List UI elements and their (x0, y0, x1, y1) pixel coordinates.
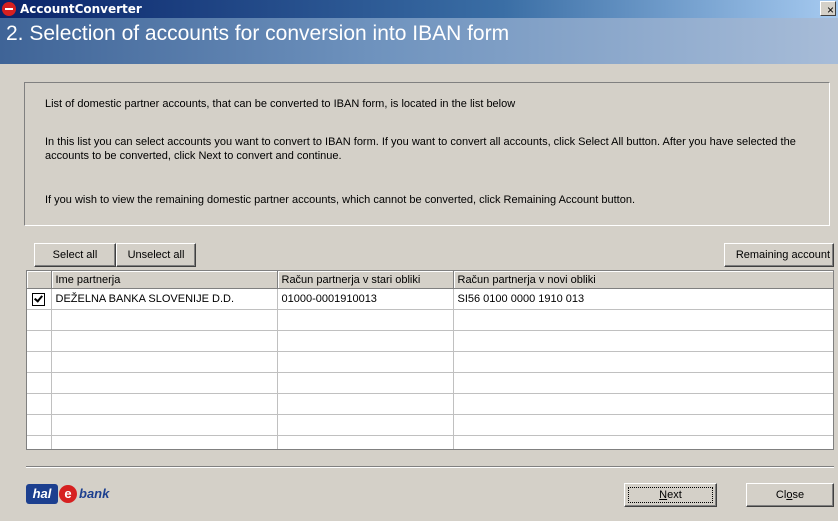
empty-cell (27, 372, 52, 394)
empty-cell (277, 330, 454, 352)
window-title: AccountConverter (20, 2, 142, 16)
footer-divider (26, 466, 834, 468)
empty-cell (27, 309, 52, 331)
empty-row (27, 330, 833, 352)
empty-row (27, 309, 833, 331)
select-all-button[interactable]: Select all (34, 243, 116, 267)
new-account-cell: SI56 0100 0000 1910 013 (453, 288, 833, 310)
empty-cell (27, 330, 52, 352)
empty-cell (277, 393, 454, 415)
row-select-cell[interactable] (27, 288, 52, 310)
column-header-select (27, 271, 52, 289)
empty-cell (277, 351, 454, 373)
step-header: 2. Selection of accounts for conversion … (0, 18, 838, 64)
empty-row (27, 435, 833, 449)
title-bar: AccountConverter × (0, 0, 838, 18)
empty-cell (453, 330, 833, 352)
empty-cell (51, 330, 278, 352)
unselect-all-button[interactable]: Unselect all (116, 243, 196, 267)
accounts-table: Ime partnerja Račun partnerja v stari ob… (27, 271, 833, 449)
empty-row (27, 351, 833, 373)
empty-cell (27, 414, 52, 436)
empty-cell (27, 435, 52, 449)
halcom-logo: hal e bank (26, 484, 112, 506)
old-account-cell: 01000-0001910013 (277, 288, 454, 310)
table-header-row: Ime partnerja Račun partnerja v stari ob… (27, 271, 833, 289)
empty-cell (277, 435, 454, 449)
empty-cell (51, 372, 278, 394)
step-title: 2. Selection of accounts for conversion … (6, 22, 510, 45)
empty-cell (453, 309, 833, 331)
info-text-list: List of domestic partner accounts, that … (45, 98, 516, 110)
empty-row (27, 393, 833, 415)
empty-cell (453, 393, 833, 415)
table-row[interactable]: DEŽELNA BANKA SLOVENIJE D.D. 01000-000191… (27, 288, 833, 310)
empty-cell (51, 351, 278, 373)
empty-cell (51, 435, 278, 449)
column-header-old-account[interactable]: Račun partnerja v stari obliki (277, 271, 454, 289)
empty-cell (277, 414, 454, 436)
logo-e: e (59, 485, 77, 503)
empty-cell (27, 351, 52, 373)
empty-cell (27, 393, 52, 415)
empty-cell (51, 309, 278, 331)
empty-cell (277, 309, 454, 331)
empty-cell (453, 414, 833, 436)
info-text-remaining: If you wish to view the remaining domest… (45, 194, 636, 206)
row-checkbox[interactable] (32, 292, 46, 306)
empty-cell (453, 435, 833, 449)
info-text-select: In this list you can select accounts you… (45, 136, 796, 162)
accounts-grid[interactable]: Ime partnerja Račun partnerja v stari ob… (26, 270, 834, 450)
empty-cell (277, 372, 454, 394)
next-button[interactable]: Next (624, 483, 717, 507)
column-header-partner-name[interactable]: Ime partnerja (51, 271, 278, 289)
logo-hal: hal (26, 484, 58, 504)
empty-cell (453, 372, 833, 394)
app-icon (2, 2, 16, 16)
focus-ring (628, 487, 713, 503)
column-header-new-account[interactable]: Račun partnerja v novi obliki (453, 271, 833, 289)
empty-cell (51, 414, 278, 436)
empty-cell (51, 393, 278, 415)
empty-cell (453, 351, 833, 373)
partner-name-cell: DEŽELNA BANKA SLOVENIJE D.D. (51, 288, 278, 310)
logo-bank: bank (79, 486, 110, 501)
close-window-button[interactable]: × (820, 1, 836, 17)
info-panel: List of domestic partner accounts, that … (24, 82, 830, 226)
empty-row (27, 372, 833, 394)
remaining-account-button[interactable]: Remaining account (724, 243, 834, 267)
close-button[interactable]: Close (746, 483, 834, 507)
empty-row (27, 414, 833, 436)
